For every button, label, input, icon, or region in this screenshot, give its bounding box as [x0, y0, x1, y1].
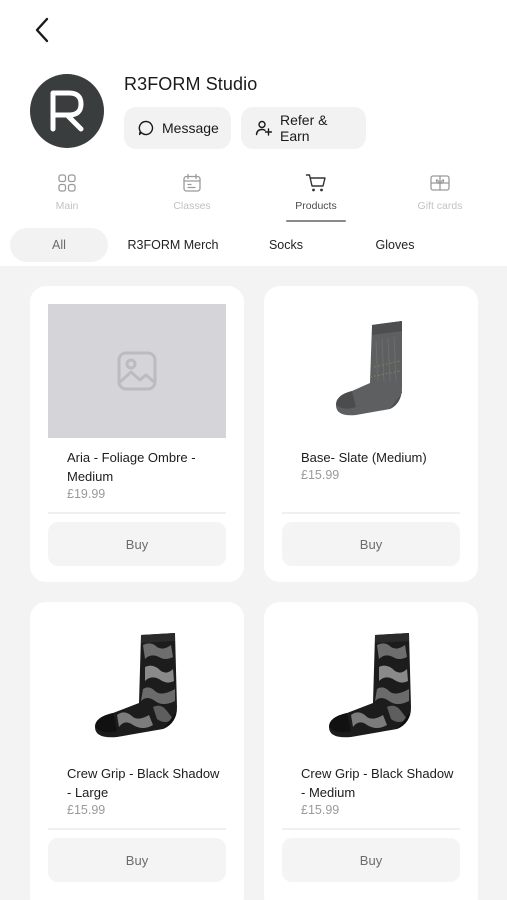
product-grid: Aria - Foliage Ombre - Medium £19.99 Buy…: [0, 266, 507, 900]
tab-main-label: Main: [55, 200, 79, 212]
card-divider: [282, 828, 460, 830]
image-placeholder-icon: [117, 351, 157, 391]
tab-gift-cards[interactable]: Gift cards: [395, 170, 485, 224]
product-image: [282, 304, 460, 438]
product-image: [48, 620, 226, 754]
tab-bar: Main Classes Products Gift cards: [0, 170, 507, 226]
avatar: [30, 74, 104, 148]
card-divider: [282, 512, 460, 514]
buy-button[interactable]: Buy: [48, 522, 226, 566]
tab-products[interactable]: Products: [271, 170, 361, 224]
product-price: £15.99: [301, 803, 340, 817]
calendar-icon: [183, 173, 201, 192]
refer-earn-button[interactable]: Refer & Earn: [241, 107, 366, 149]
tab-classes[interactable]: Classes: [147, 170, 237, 224]
product-price: £19.99: [67, 487, 106, 501]
chevron-left-icon: [35, 17, 49, 43]
user-add-icon: [255, 120, 272, 136]
card-divider: [48, 828, 226, 830]
product-price: £15.99: [301, 468, 340, 482]
grid-icon: [58, 174, 76, 192]
refer-earn-label: Refer & Earn: [280, 112, 328, 144]
product-card[interactable]: Crew Grip - Black Shadow - Large £15.99 …: [30, 602, 244, 900]
gift-icon: [430, 175, 450, 191]
product-card[interactable]: Aria - Foliage Ombre - Medium £19.99 Buy: [30, 286, 244, 582]
active-tab-indicator: [286, 220, 346, 222]
back-button[interactable]: [28, 14, 56, 46]
camo-sock-image: [329, 633, 411, 738]
product-name: Crew Grip - Black Shadow - Medium: [301, 766, 454, 800]
studio-logo-icon: [50, 90, 84, 132]
filter-socks[interactable]: Socks: [250, 228, 322, 262]
buy-button[interactable]: Buy: [48, 838, 226, 882]
buy-button[interactable]: Buy: [282, 522, 460, 566]
filter-r3form-merch[interactable]: R3FORM Merch: [118, 228, 228, 262]
tab-main[interactable]: Main: [22, 170, 112, 224]
chat-bubble-icon: [138, 120, 154, 136]
product-card[interactable]: Crew Grip - Black Shadow - Medium £15.99…: [264, 602, 478, 900]
product-name: Aria - Foliage Ombre - Medium: [67, 450, 196, 484]
filter-gloves[interactable]: Gloves: [358, 228, 432, 262]
product-name: Crew Grip - Black Shadow - Large: [67, 766, 220, 800]
category-filter-bar: All R3FORM Merch Socks Gloves: [0, 228, 507, 262]
product-card[interactable]: Base- Slate (Medium) £15.99 Buy: [264, 286, 478, 582]
studio-name: R3FORM Studio: [124, 74, 258, 94]
tab-products-label: Products: [295, 200, 337, 212]
camo-sock-image: [95, 633, 177, 738]
message-button[interactable]: Message: [124, 107, 231, 149]
product-image: [282, 620, 460, 754]
filter-all[interactable]: All: [10, 228, 108, 262]
card-divider: [48, 512, 226, 514]
grey-sock-image: [336, 321, 402, 416]
message-label: Message: [162, 120, 219, 136]
product-name: Base- Slate (Medium): [301, 450, 427, 465]
tab-classes-label: Classes: [173, 200, 211, 212]
tab-gift-cards-label: Gift cards: [417, 200, 463, 212]
product-image-placeholder: [48, 304, 226, 438]
buy-button[interactable]: Buy: [282, 838, 460, 882]
product-price: £15.99: [67, 803, 106, 817]
cart-icon: [305, 174, 326, 192]
